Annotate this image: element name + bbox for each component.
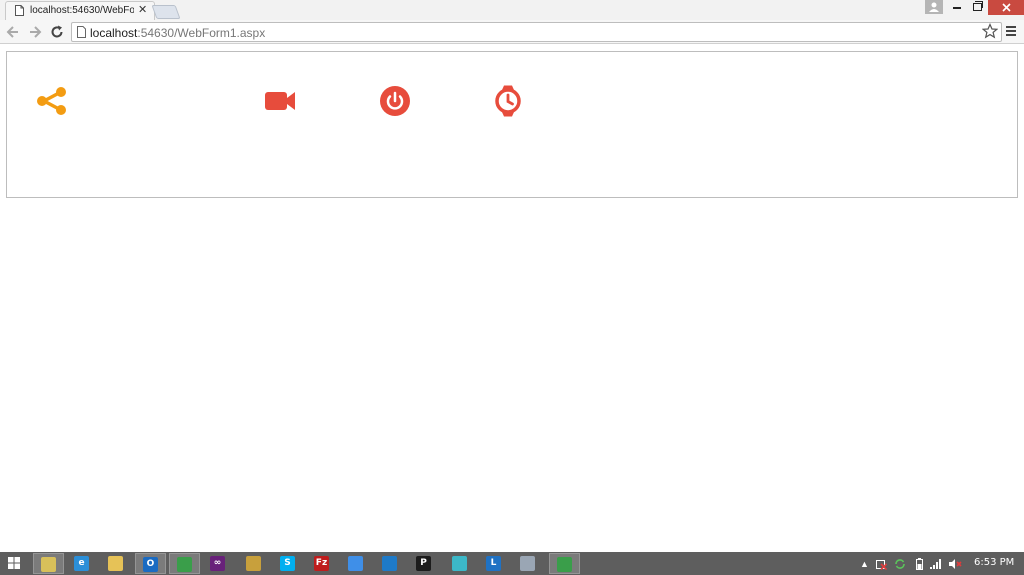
reload-icon[interactable] xyxy=(49,24,65,40)
tab-close-icon[interactable]: ✕ xyxy=(138,4,147,17)
taskbar-visual-studio-icon: ∞ xyxy=(210,556,225,571)
taskbar-file-manager[interactable] xyxy=(33,553,64,574)
watch-icon xyxy=(491,84,525,118)
taskbar-outlook-icon: O xyxy=(143,557,158,572)
icon-panel xyxy=(6,51,1018,198)
url-host: localhost xyxy=(90,26,138,40)
taskbar-app-bird[interactable] xyxy=(375,553,406,574)
video-camera-icon xyxy=(263,84,297,118)
action-center-icon[interactable] xyxy=(876,559,887,570)
page-icon xyxy=(15,5,24,16)
power-icon xyxy=(378,84,412,118)
user-icon xyxy=(929,2,939,12)
battery-icon[interactable] xyxy=(916,558,923,570)
restore-button[interactable] xyxy=(973,1,983,11)
taskbar-skype[interactable]: S xyxy=(273,553,304,574)
close-window-button[interactable] xyxy=(988,0,1024,15)
volume-muted-icon[interactable] xyxy=(948,558,962,570)
taskbar-file-explorer-icon xyxy=(108,556,123,571)
taskbar-internet-explorer[interactable]: e xyxy=(67,553,98,574)
taskbar-file-manager-icon xyxy=(41,557,56,572)
taskbar-chrome-2[interactable] xyxy=(549,553,580,574)
tray-expand-arrow[interactable]: ▲ xyxy=(860,556,869,572)
taskbar-outlook[interactable]: O xyxy=(135,553,166,574)
close-icon xyxy=(1002,3,1011,12)
taskbar-app-disk-icon xyxy=(520,556,535,571)
back-icon[interactable] xyxy=(5,24,21,40)
clock[interactable]: 6:53 PM xyxy=(974,557,1014,568)
bookmark-star-icon[interactable] xyxy=(982,23,998,39)
user-profile-button[interactable] xyxy=(925,0,943,14)
browser-toolbar: localhost:54630/WebForm1.aspx xyxy=(0,20,1024,44)
taskbar: e O ∞ S Fz P L ▲ 6:53 PM xyxy=(0,552,1024,575)
forward-icon[interactable] xyxy=(27,24,43,40)
url-text: localhost:54630/WebForm1.aspx xyxy=(90,26,265,40)
taskbar-app-cyan[interactable] xyxy=(445,553,476,574)
taskbar-paint[interactable] xyxy=(239,553,270,574)
taskbar-app-cyan-icon xyxy=(452,556,467,571)
taskbar-app-p[interactable]: P xyxy=(409,553,440,574)
taskbar-internet-explorer-icon: e xyxy=(74,556,89,571)
start-button-icon[interactable] xyxy=(8,557,20,569)
url-path: :54630/WebForm1.aspx xyxy=(137,26,266,40)
taskbar-chrome[interactable] xyxy=(169,553,200,574)
taskbar-lync[interactable]: L xyxy=(479,553,510,574)
minimize-button[interactable] xyxy=(953,7,961,9)
taskbar-chrome-icon xyxy=(177,557,192,572)
new-tab-button[interactable] xyxy=(151,5,181,19)
page-icon xyxy=(77,26,86,38)
taskbar-filezilla[interactable]: Fz xyxy=(307,553,338,574)
taskbar-lync-icon: L xyxy=(486,556,501,571)
taskbar-app-bird-icon xyxy=(382,556,397,571)
taskbar-filezilla-icon: Fz xyxy=(314,556,329,571)
taskbar-skype-icon: S xyxy=(280,556,295,571)
taskbar-file-explorer[interactable] xyxy=(101,553,132,574)
share-icon xyxy=(35,84,69,118)
taskbar-app-p-icon: P xyxy=(416,556,431,571)
taskbar-app-disk[interactable] xyxy=(513,553,544,574)
taskbar-paint-icon xyxy=(246,556,261,571)
browser-tab[interactable]: localhost:54630/WebForm1.aspx ✕ xyxy=(5,1,155,20)
address-bar[interactable]: localhost:54630/WebForm1.aspx xyxy=(71,22,1002,42)
taskbar-app-blue[interactable] xyxy=(341,553,372,574)
browser-menu-button[interactable] xyxy=(1006,26,1016,37)
taskbar-chrome-2-icon xyxy=(557,557,572,572)
taskbar-app-blue-icon xyxy=(348,556,363,571)
signal-icon[interactable] xyxy=(930,559,942,569)
title-bar: localhost:54630/WebForm1.aspx ✕ xyxy=(0,0,1024,20)
tab-title: localhost:54630/WebForm1.aspx xyxy=(30,5,134,16)
sync-icon[interactable] xyxy=(894,558,906,570)
taskbar-visual-studio[interactable]: ∞ xyxy=(203,553,234,574)
